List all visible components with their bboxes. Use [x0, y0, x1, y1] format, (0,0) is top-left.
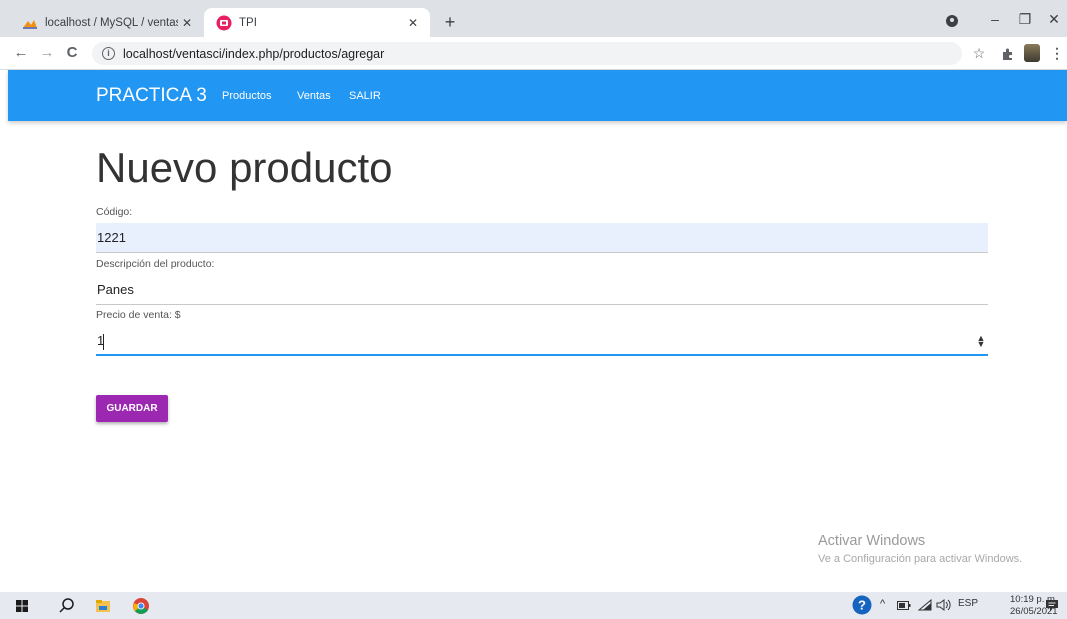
taskbar: ? ^ ESP 10:19 p. m. 26/05/2021 — [0, 592, 1067, 619]
help-icon[interactable]: ? — [852, 595, 872, 615]
save-button[interactable]: GUARDAR — [96, 395, 168, 422]
brand-logo[interactable]: PRACTICA 3 — [96, 85, 207, 107]
profile-icon[interactable] — [1024, 44, 1040, 62]
browser-toolbar: ← → C i localhost/ventasci/index.php/pro… — [0, 37, 1067, 70]
descripcion-input[interactable] — [96, 275, 988, 305]
page-title: Nuevo producto — [96, 144, 393, 191]
activation-watermark-subtitle: Ve a Configuración para activar Windows. — [818, 553, 1023, 565]
profile-badge-icon[interactable] — [946, 15, 958, 27]
file-explorer-icon[interactable] — [93, 596, 113, 616]
nav-link-ventas[interactable]: Ventas — [297, 90, 331, 102]
codigo-input[interactable] — [96, 223, 988, 253]
tab-title: localhost / MySQL / ventas | php… — [45, 16, 178, 29]
info-icon[interactable]: i — [102, 47, 115, 60]
wifi-icon[interactable] — [918, 599, 932, 611]
codigo-label: Código: — [96, 206, 133, 218]
tab-title: TPI — [239, 16, 257, 29]
reload-button[interactable]: C — [63, 44, 81, 61]
phpmyadmin-icon — [23, 19, 37, 29]
menu-icon[interactable]: ⋮ — [1048, 45, 1066, 62]
maximize-button[interactable]: ❐ — [1015, 11, 1035, 28]
language-indicator[interactable]: ESP — [958, 598, 978, 609]
windows-start-icon[interactable] — [12, 596, 32, 616]
extensions-icon[interactable] — [1001, 47, 1015, 61]
tpi-app-icon — [216, 15, 232, 30]
chrome-icon[interactable] — [131, 596, 151, 616]
back-button[interactable]: ← — [12, 44, 30, 61]
tab-phpmyadmin[interactable]: localhost / MySQL / ventas | php… ✕ — [8, 8, 204, 37]
text-caret — [103, 334, 104, 350]
window-close-button[interactable]: ✕ — [1044, 11, 1064, 28]
tray-chevron-icon[interactable]: ^ — [880, 598, 885, 610]
nav-link-productos[interactable]: Productos — [222, 90, 272, 102]
close-icon[interactable]: ✕ — [178, 16, 196, 30]
browser-tab-strip: localhost / MySQL / ventas | php… ✕ TPI … — [0, 0, 1067, 37]
volume-icon[interactable] — [936, 599, 952, 611]
close-icon[interactable]: ✕ — [404, 16, 422, 30]
notifications-icon[interactable] — [1045, 599, 1059, 612]
svg-text:?: ? — [858, 598, 866, 613]
descripcion-label: Descripción del producto: — [96, 258, 215, 270]
nav-link-salir[interactable]: SALIR — [349, 90, 381, 102]
search-icon[interactable] — [57, 596, 77, 616]
tab-tpi[interactable]: TPI ✕ — [204, 8, 430, 37]
spinner-arrows-icon[interactable]: ▲ ▼ — [975, 334, 987, 349]
star-icon[interactable]: ☆ — [970, 45, 988, 62]
minimize-button[interactable]: – — [985, 11, 1005, 27]
address-bar[interactable]: i localhost/ventasci/index.php/productos… — [92, 42, 962, 65]
forward-button[interactable]: → — [38, 44, 56, 61]
url-text: localhost/ventasci/index.php/productos/a… — [123, 46, 385, 61]
battery-icon[interactable] — [897, 601, 911, 610]
app-navbar: PRACTICA 3 Productos Ventas SALIR — [8, 70, 1067, 121]
new-tab-button[interactable]: + — [440, 12, 460, 33]
precio-input[interactable] — [96, 326, 988, 356]
precio-label: Precio de venta: $ — [96, 309, 181, 321]
activation-watermark-title: Activar Windows — [818, 533, 926, 549]
